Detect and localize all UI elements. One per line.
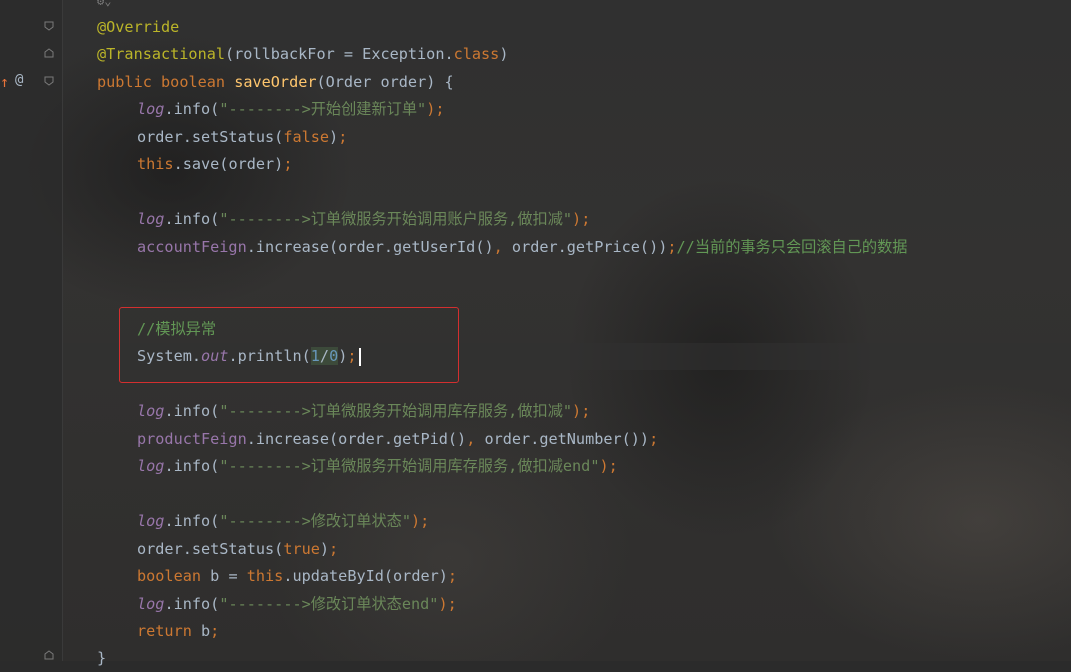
code-line: public boolean saveOrder(Order order) { — [97, 73, 454, 91]
code-line: log.info("-------->订单微服务开始调用库存服务,做扣减end"… — [137, 457, 618, 475]
code-line: return b; — [137, 622, 220, 640]
code-line: boolean b = this.updateById(order); — [137, 567, 458, 585]
highlight-box — [119, 307, 459, 383]
code-line: @Transactional(rollbackFor = Exception.c… — [97, 45, 509, 63]
code-line: accountFeign.increase(order.getUserId(),… — [137, 238, 908, 256]
code-line: log.info("-------->修改订单状态end"); — [137, 595, 457, 613]
fold-marker-icon[interactable] — [44, 21, 54, 31]
code-line: this.save(order); — [137, 155, 293, 173]
override-arrow-icon[interactable]: ↑ — [0, 73, 9, 91]
code-line: productFeign.increase(order.getPid(), or… — [137, 430, 659, 448]
code-line: log.info("-------->修改订单状态"); — [137, 512, 430, 530]
inlay-hint-icon: ⚙⌄ — [97, 0, 112, 8]
fold-marker-icon[interactable] — [44, 76, 54, 86]
code-line: @Override — [97, 18, 180, 36]
gutter-divider — [62, 0, 63, 661]
code-line: order.setStatus(false); — [137, 128, 348, 146]
code-line: log.info("-------->开始创建新订单"); — [137, 100, 445, 118]
fold-marker-icon[interactable] — [44, 48, 54, 58]
annotation-at-icon[interactable]: @ — [15, 72, 23, 88]
code-line: log.info("-------->订单微服务开始调用库存服务,做扣减"); — [137, 402, 591, 420]
fold-marker-icon[interactable] — [44, 650, 54, 660]
code-line: order.setStatus(true); — [137, 540, 339, 558]
editor-gutter — [0, 0, 62, 661]
code-line: log.info("-------->订单微服务开始调用账户服务,做扣减"); — [137, 210, 591, 228]
code-line: } — [97, 649, 107, 667]
